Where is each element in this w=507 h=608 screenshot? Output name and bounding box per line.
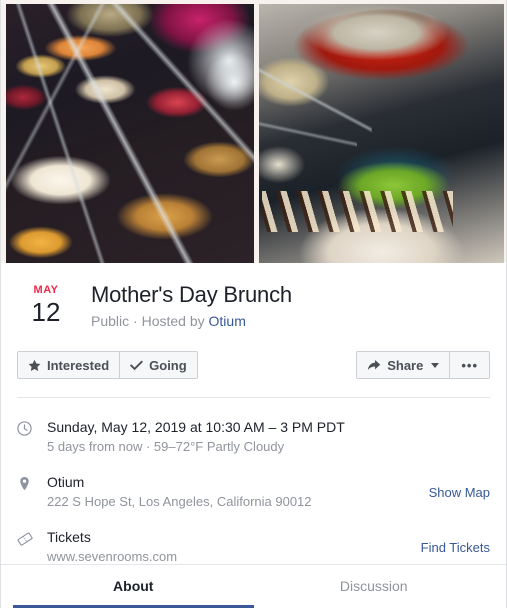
event-header-row: MAY 12 Mother's Day Brunch Public · Host… xyxy=(17,281,490,331)
show-map-link[interactable]: Show Map xyxy=(417,485,490,500)
going-button-label: Going xyxy=(149,357,187,373)
map-pin-icon xyxy=(17,473,47,491)
tab-discussion[interactable]: Discussion xyxy=(254,565,495,608)
page-title: Mother's Day Brunch xyxy=(91,282,292,307)
going-button[interactable]: Going xyxy=(120,351,198,379)
chevron-down-icon xyxy=(431,362,440,368)
event-tabs: About Discussion xyxy=(1,565,506,608)
event-date-month: MAY xyxy=(33,284,59,296)
event-time-row: Sunday, May 12, 2019 at 10:30 AM – 3 PM … xyxy=(17,410,490,465)
share-arrow-icon xyxy=(367,359,381,372)
hosted-by-label: Hosted by xyxy=(141,313,205,329)
event-location-secondary: 222 S Hope St, Los Angeles, California 9… xyxy=(47,494,312,509)
cover-photo-collage[interactable] xyxy=(1,0,506,263)
share-button-label: Share xyxy=(387,357,424,373)
event-tabs-bar: About Discussion xyxy=(1,564,506,608)
ticket-icon xyxy=(17,528,47,547)
event-details: Sunday, May 12, 2019 at 10:30 AM – 3 PM … xyxy=(1,398,506,575)
more-options-label: ••• xyxy=(461,357,478,373)
interested-button-label: Interested xyxy=(47,357,110,373)
share-button[interactable]: Share xyxy=(356,351,451,379)
star-icon xyxy=(28,359,41,372)
dishes-photo[interactable] xyxy=(258,4,504,263)
event-action-bar: Interested Going Share ••• xyxy=(1,331,506,379)
event-location-row: Otium 222 S Hope St, Los Angeles, Califo… xyxy=(17,465,490,520)
event-date-day: 12 xyxy=(31,297,61,327)
share-button-group: Share ••• xyxy=(356,351,490,379)
subtitle-separator: · xyxy=(133,313,138,329)
interested-button[interactable]: Interested xyxy=(17,351,121,379)
brunch-buffet-bowls-image xyxy=(6,4,254,263)
event-time-secondary: 5 days from now · 59–72°F Partly Cloudy xyxy=(47,439,285,454)
clock-icon xyxy=(17,418,47,436)
check-icon xyxy=(130,359,144,371)
event-privacy: Public xyxy=(91,313,130,329)
event-tickets-text: Tickets www.sevenrooms.com xyxy=(47,528,409,566)
event-location-primary: Otium xyxy=(47,474,85,490)
tab-about[interactable]: About xyxy=(13,565,254,608)
host-link[interactable]: Otium xyxy=(209,313,246,329)
event-subtitle: Public · Hosted by Otium xyxy=(91,311,490,331)
event-title-block: Mother's Day Brunch Public · Hosted by O… xyxy=(75,281,490,331)
rsvp-button-group: Interested Going xyxy=(17,351,198,379)
event-tickets-primary: Tickets xyxy=(47,529,91,545)
event-time-primary: Sunday, May 12, 2019 at 10:30 AM – 3 PM … xyxy=(47,419,345,435)
more-options-button[interactable]: ••• xyxy=(450,351,490,379)
event-time-text: Sunday, May 12, 2019 at 10:30 AM – 3 PM … xyxy=(47,418,490,456)
dishes-image xyxy=(258,4,504,263)
event-date-badge: MAY 12 xyxy=(17,281,75,327)
brunch-buffet-bowls-photo[interactable] xyxy=(6,4,254,263)
event-page: MAY 12 Mother's Day Brunch Public · Host… xyxy=(0,0,507,608)
find-tickets-link[interactable]: Find Tickets xyxy=(409,540,490,555)
event-header: MAY 12 Mother's Day Brunch Public · Host… xyxy=(1,263,506,331)
event-location-text: Otium 222 S Hope St, Los Angeles, Califo… xyxy=(47,473,417,511)
